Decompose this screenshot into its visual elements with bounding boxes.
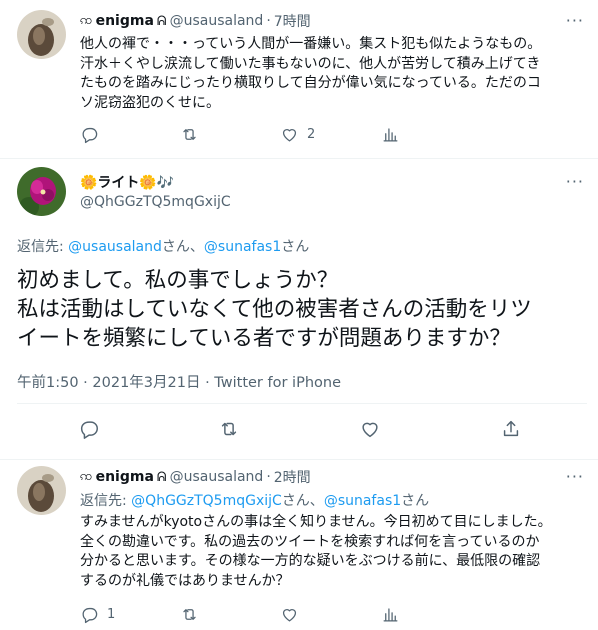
like-icon xyxy=(280,605,299,624)
text-line: すみませんがkyotoさんの事は全く知りません。今日初めて目にしました。 xyxy=(80,514,552,530)
user-handle[interactable]: @QhGGzTQ5mqGxijC xyxy=(80,194,231,210)
honorific: さん、 xyxy=(281,493,324,509)
text-line: 分かると思います。その様な一方的な疑いをぶつける前に、最低限の確認 xyxy=(80,553,541,569)
display-name[interactable]: 🌼ライト🌼🎶 xyxy=(80,172,174,192)
tweet-time[interactable]: 7時間 xyxy=(274,11,311,31)
analytics-button[interactable] xyxy=(381,125,400,144)
tweet-3-header: ꩡ enigma ᕱ @usausaland · 2時間 xyxy=(80,467,311,487)
avatar-enigma[interactable] xyxy=(17,466,66,515)
tweet-1-actions: 2 xyxy=(80,125,580,149)
like-button[interactable] xyxy=(280,605,307,624)
separator-dot: · xyxy=(266,13,271,29)
reply-button[interactable] xyxy=(80,125,107,144)
retweet-icon xyxy=(180,125,199,144)
analytics-button[interactable] xyxy=(381,605,400,624)
tweet-2-focused[interactable]: 🌼ライト🌼🎶 @QhGGzTQ5mqGxijC ··· 返信先: @usausa… xyxy=(0,159,598,459)
honorific: さん xyxy=(401,493,430,509)
analytics-icon xyxy=(381,125,400,144)
reply-button[interactable]: 1 xyxy=(80,605,115,624)
reply-button[interactable] xyxy=(78,418,100,440)
user-handle[interactable]: @usausaland xyxy=(170,13,264,29)
honorific: さん、 xyxy=(161,239,204,255)
name-prefix-glyph: ꩡ xyxy=(80,12,93,28)
mention-link[interactable]: @usausaland xyxy=(68,239,162,255)
reply-count: 1 xyxy=(107,607,116,622)
reply-icon xyxy=(80,605,99,624)
mention-link[interactable]: @QhGGzTQ5mqGxijC xyxy=(131,493,282,509)
tweet-3-actions: 1 xyxy=(80,605,580,629)
like-button[interactable] xyxy=(359,418,381,440)
text-line: たものを踏みにじったり横取りして自分が偉い気になっている。ただのコ xyxy=(80,75,541,91)
user-handle[interactable]: @usausaland xyxy=(170,469,264,485)
tweet-3-text: すみませんがkyotoさんの事は全く知りません。今日初めて目にしました。 全くの… xyxy=(80,513,585,591)
tweet-time[interactable]: 2時間 xyxy=(274,467,311,487)
retweet-button[interactable] xyxy=(180,125,207,144)
text-line: 他人の褌で・・・っていう人間が一番嫌い。集スト犯も似たようなもの。 xyxy=(80,36,542,52)
avatar-enigma[interactable] xyxy=(17,10,66,59)
reply-icon xyxy=(78,418,100,440)
text-line: ソ泥窃盗犯のくせに。 xyxy=(80,94,220,111)
tweet-1[interactable]: ꩡ enigma ᕱ @usausaland · 7時間 ··· 他人の褌で・・… xyxy=(0,0,598,158)
tweet-2-actions xyxy=(78,418,538,442)
separator-dot: · xyxy=(266,469,271,485)
text-line: 汗水＋くやし涙流して働いた事もないのに、他人が苦労して積み上げてき xyxy=(80,55,541,72)
tweet-1-text: 他人の褌で・・・っていう人間が一番嫌い。集スト犯も似たようなもの。 汗水＋くやし… xyxy=(80,35,580,113)
reply-label: 返信先: xyxy=(80,493,132,509)
text-line: イートを頻繁にしている者ですが問題ありますか？ xyxy=(17,326,511,351)
display-name[interactable]: enigma xyxy=(96,469,154,485)
more-icon[interactable]: ··· xyxy=(566,174,584,190)
like-icon xyxy=(359,418,381,440)
divider xyxy=(17,403,587,404)
share-button[interactable] xyxy=(500,418,522,440)
share-icon xyxy=(500,418,522,440)
text-line: 初めまして。私の事でしょうか？ xyxy=(17,268,339,293)
text-line: 全くの勘違いです。私の過去のツイートを検索すれば何を言っているのか xyxy=(80,533,540,550)
retweet-button[interactable] xyxy=(218,418,240,440)
tweet-2-handle-row: @QhGGzTQ5mqGxijC xyxy=(80,194,231,210)
like-button[interactable]: 2 xyxy=(280,125,315,144)
avatar-light[interactable] xyxy=(17,167,66,216)
retweet-icon xyxy=(180,605,199,624)
retweet-icon xyxy=(218,418,240,440)
more-icon[interactable]: ··· xyxy=(566,469,584,485)
name-suffix-glyph: ᕱ xyxy=(156,13,167,29)
mention-link[interactable]: @sunafas1 xyxy=(324,493,401,509)
text-line: 私は活動はしていなくて他の被害者さんの活動をリツ xyxy=(17,297,532,322)
retweet-button[interactable] xyxy=(180,605,207,624)
mention-link[interactable]: @sunafas1 xyxy=(204,239,281,255)
replying-to: 返信先: @QhGGzTQ5mqGxijCさん、@sunafas1さん xyxy=(80,490,429,510)
tweet-timestamp[interactable]: 午前1:50 · 2021年3月21日 · Twitter for iPhone xyxy=(17,371,341,392)
more-icon[interactable]: ··· xyxy=(566,13,584,29)
analytics-icon xyxy=(381,605,400,624)
name-suffix-glyph: ᕱ xyxy=(156,469,167,485)
text-line: するのが礼儀ではありませんか？ xyxy=(80,572,290,589)
tweet-3[interactable]: ꩡ enigma ᕱ @usausaland · 2時間 ··· 返信先: @Q… xyxy=(0,460,598,630)
like-icon xyxy=(280,125,299,144)
replying-to: 返信先: @usausalandさん、@sunafas1さん xyxy=(17,236,309,256)
honorific: さん xyxy=(281,239,310,255)
display-name[interactable]: enigma xyxy=(96,13,154,29)
tweet-1-header: ꩡ enigma ᕱ @usausaland · 7時間 xyxy=(80,11,311,31)
reply-label: 返信先: xyxy=(17,239,69,255)
name-prefix-glyph: ꩡ xyxy=(80,468,93,484)
reply-icon xyxy=(80,125,99,144)
tweet-2-header: 🌼ライト🌼🎶 xyxy=(80,172,174,192)
like-count: 2 xyxy=(307,127,316,142)
tweet-2-text: 初めまして。私の事でしょうか？ 私は活動はしていなくて他の被害者さんの活動をリツ… xyxy=(17,266,587,353)
